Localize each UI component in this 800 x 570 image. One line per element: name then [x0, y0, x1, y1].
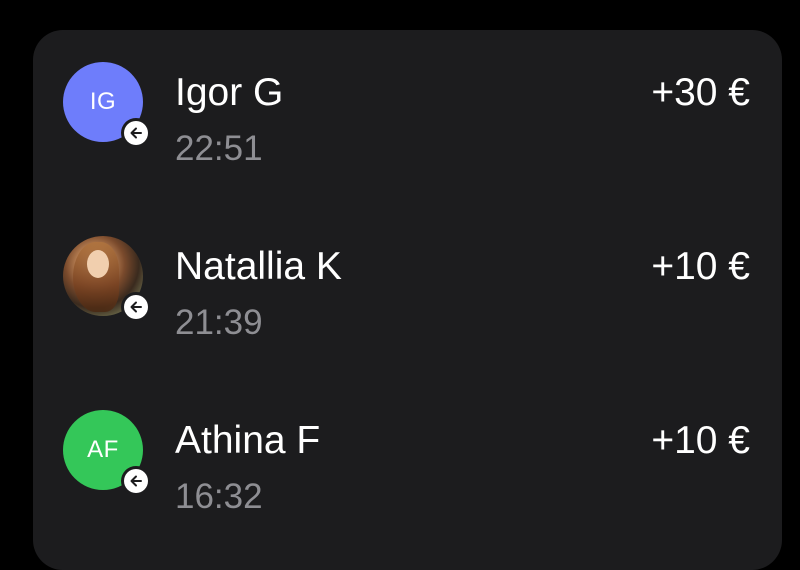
contact-name: Natallia K [175, 245, 342, 288]
transaction-time: 21:39 [175, 303, 263, 342]
transaction-row[interactable]: IG Igor G 22:51 +30 € [33, 62, 782, 192]
avatar: AF [63, 410, 151, 496]
transaction-time: 16:32 [175, 477, 263, 516]
transaction-row[interactable]: AF Athina F 16:32 +10 € [33, 410, 782, 540]
contact-name: Athina F [175, 419, 321, 462]
transaction-row[interactable]: Natallia K 21:39 +10 € [33, 236, 782, 366]
transaction-amount: +10 € [651, 245, 750, 288]
transaction-time: 22:51 [175, 129, 263, 168]
incoming-badge [121, 292, 151, 322]
transaction-amount: +30 € [651, 71, 750, 114]
avatar-initials: AF [87, 436, 119, 463]
transactions-card: IG Igor G 22:51 +30 € Natallia K 21:39 +… [33, 30, 782, 570]
arrow-left-icon [130, 301, 142, 313]
avatar-initials: IG [89, 88, 117, 115]
contact-name: Igor G [175, 71, 284, 114]
avatar [63, 236, 151, 322]
arrow-left-icon [130, 475, 142, 487]
transaction-amount: +10 € [651, 419, 750, 462]
incoming-badge [121, 118, 151, 148]
avatar: IG [63, 62, 151, 148]
incoming-badge [121, 466, 151, 496]
arrow-left-icon [130, 127, 142, 139]
